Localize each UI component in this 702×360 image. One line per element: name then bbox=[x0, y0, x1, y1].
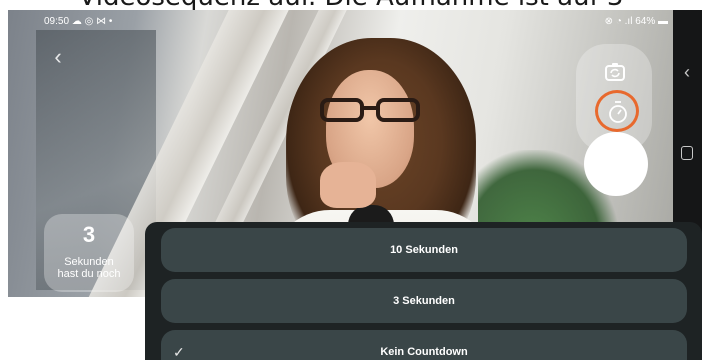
option-10-sekunden[interactable]: 10 Sekunden bbox=[161, 228, 687, 272]
camera-flip-icon[interactable] bbox=[604, 62, 626, 82]
option-label: Kein Countdown bbox=[380, 346, 468, 358]
countdown-indicator: 3 Sekunden hast du noch bbox=[44, 214, 134, 292]
notification-icons: ☁ ◎ ⋈ • bbox=[71, 16, 113, 27]
person-hand bbox=[320, 162, 376, 208]
check-icon: ✓ bbox=[173, 344, 185, 360]
clock-text: 09:50 bbox=[44, 16, 70, 27]
battery-icon: ▬ bbox=[658, 16, 668, 27]
countdown-label: Sekunden bbox=[64, 256, 114, 268]
glasses-lens bbox=[320, 98, 364, 122]
status-time: 09:50 ☁ ◎ ⋈ • bbox=[44, 15, 112, 29]
countdown-label: hast du noch bbox=[57, 268, 121, 280]
status-right: ⊗ ◔ .ıl 64% ▬ bbox=[605, 15, 668, 29]
status-bar: 09:50 ☁ ◎ ⋈ • ⊗ ◔ .ıl 64% ▬ bbox=[38, 15, 670, 29]
glasses-lens bbox=[376, 98, 420, 122]
option-kein-countdown[interactable]: ✓ Kein Countdown bbox=[161, 330, 687, 360]
option-3-sekunden[interactable]: 3 Sekunden bbox=[161, 279, 687, 323]
square-icon[interactable] bbox=[681, 146, 693, 160]
timer-button[interactable] bbox=[595, 90, 639, 132]
shutter-button[interactable] bbox=[584, 132, 648, 196]
option-label: 10 Sekunden bbox=[390, 244, 458, 256]
glasses-bridge bbox=[364, 106, 376, 110]
person-glasses bbox=[320, 98, 420, 124]
chevron-left-icon[interactable]: ‹ bbox=[677, 60, 697, 84]
battery-level: 64% bbox=[635, 16, 656, 27]
timer-icon bbox=[609, 101, 627, 123]
signal-icons: ⊗ ◔ .ıl bbox=[604, 16, 633, 27]
option-label: 3 Sekunden bbox=[393, 295, 455, 307]
chevron-left-icon[interactable]: ‹ bbox=[48, 44, 68, 70]
countdown-number: 3 bbox=[82, 222, 96, 247]
